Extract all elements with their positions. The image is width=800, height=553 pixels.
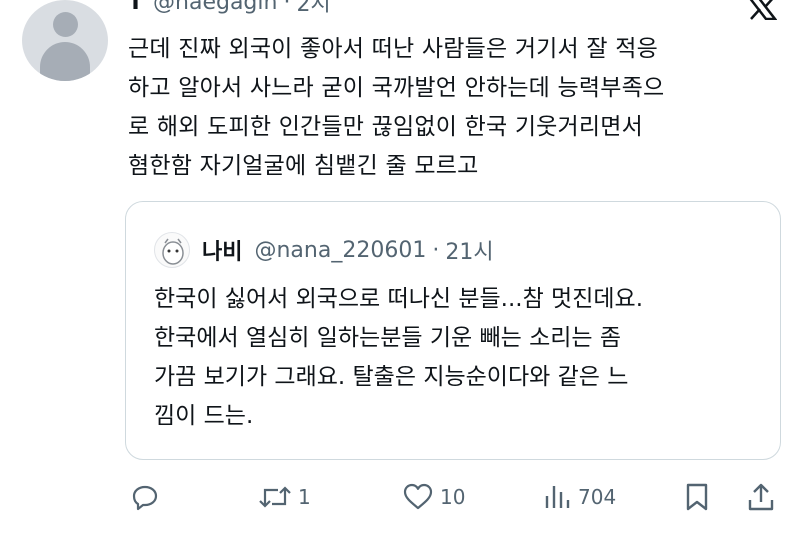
author-avatar[interactable] (22, 0, 108, 81)
reply-icon (132, 485, 158, 511)
post-text: 근데 진짜 외국이 좋아서 떠난 사람들은 거기서 잘 적응 하고 알아서 사느… (128, 30, 778, 186)
post-text-line: 근데 진짜 외국이 좋아서 떠난 사람들은 거기서 잘 적응 (128, 36, 659, 62)
post-actions-bar: 1 10 704 (130, 480, 780, 514)
post-header: T @haegagin · 2시 (128, 0, 331, 17)
quoted-header-separator: · (432, 237, 440, 263)
post-text-line: 하고 알아서 사느라 굳이 국까발언 안하는데 능력부족으 (128, 75, 665, 101)
share-icon (748, 483, 774, 511)
quoted-author-name[interactable]: 나비 (202, 234, 242, 266)
quoted-author-handle[interactable]: @nana_220601 (254, 238, 426, 263)
quoted-post-text: 한국이 싫어서 외국으로 떠나신 분들...참 멋진데요. 한국에서 열심히 일… (154, 280, 774, 436)
header-separator: · (283, 0, 291, 15)
like-button[interactable]: 10 (402, 480, 465, 514)
post-text-line: 로 해외 도피한 인간들만 끊임없이 한국 기웃거리면서 (128, 114, 643, 140)
quoted-text-line: 한국에서 열심히 일하는분들 기운 빼는 소리는 좀 (154, 325, 622, 351)
retweet-count: 1 (298, 485, 311, 509)
quoted-text-line: 가끔 보기가 그래요. 탈출은 지능순이다와 같은 느 (154, 364, 629, 390)
heart-icon (403, 483, 433, 510)
bookmark-icon (686, 483, 708, 511)
reply-button[interactable] (130, 480, 160, 514)
quoted-author-avatar[interactable] (154, 232, 190, 268)
post-text-line: 혐한함 자기얼굴에 침뱉긴 줄 모르고 (128, 153, 479, 179)
bookmark-button[interactable] (683, 480, 711, 514)
views-count: 704 (578, 485, 617, 509)
views-icon (545, 486, 570, 508)
avatar-body-shape (40, 42, 90, 81)
views-button[interactable]: 704 (542, 480, 616, 514)
avatar-head-shape (53, 12, 78, 37)
retweet-icon (259, 486, 291, 508)
author-handle[interactable]: @haegagin (153, 0, 277, 15)
post-time[interactable]: 2시 (296, 0, 330, 18)
x-logo-icon[interactable] (747, 0, 778, 21)
quoted-post-header: 나비 @nana_220601 · 21시 (154, 232, 494, 268)
share-button[interactable] (746, 480, 776, 514)
author-name[interactable]: T (128, 0, 143, 15)
quoted-post-time[interactable]: 21시 (445, 234, 493, 266)
quoted-text-line: 낌이 드는. (154, 403, 254, 429)
quoted-post-card[interactable]: 나비 @nana_220601 · 21시 한국이 싫어서 외국으로 떠나신 분… (125, 201, 781, 460)
retweet-button[interactable]: 1 (258, 480, 311, 514)
quoted-text-line: 한국이 싫어서 외국으로 떠나신 분들...참 멋진데요. (154, 286, 643, 312)
like-count: 10 (440, 485, 466, 509)
